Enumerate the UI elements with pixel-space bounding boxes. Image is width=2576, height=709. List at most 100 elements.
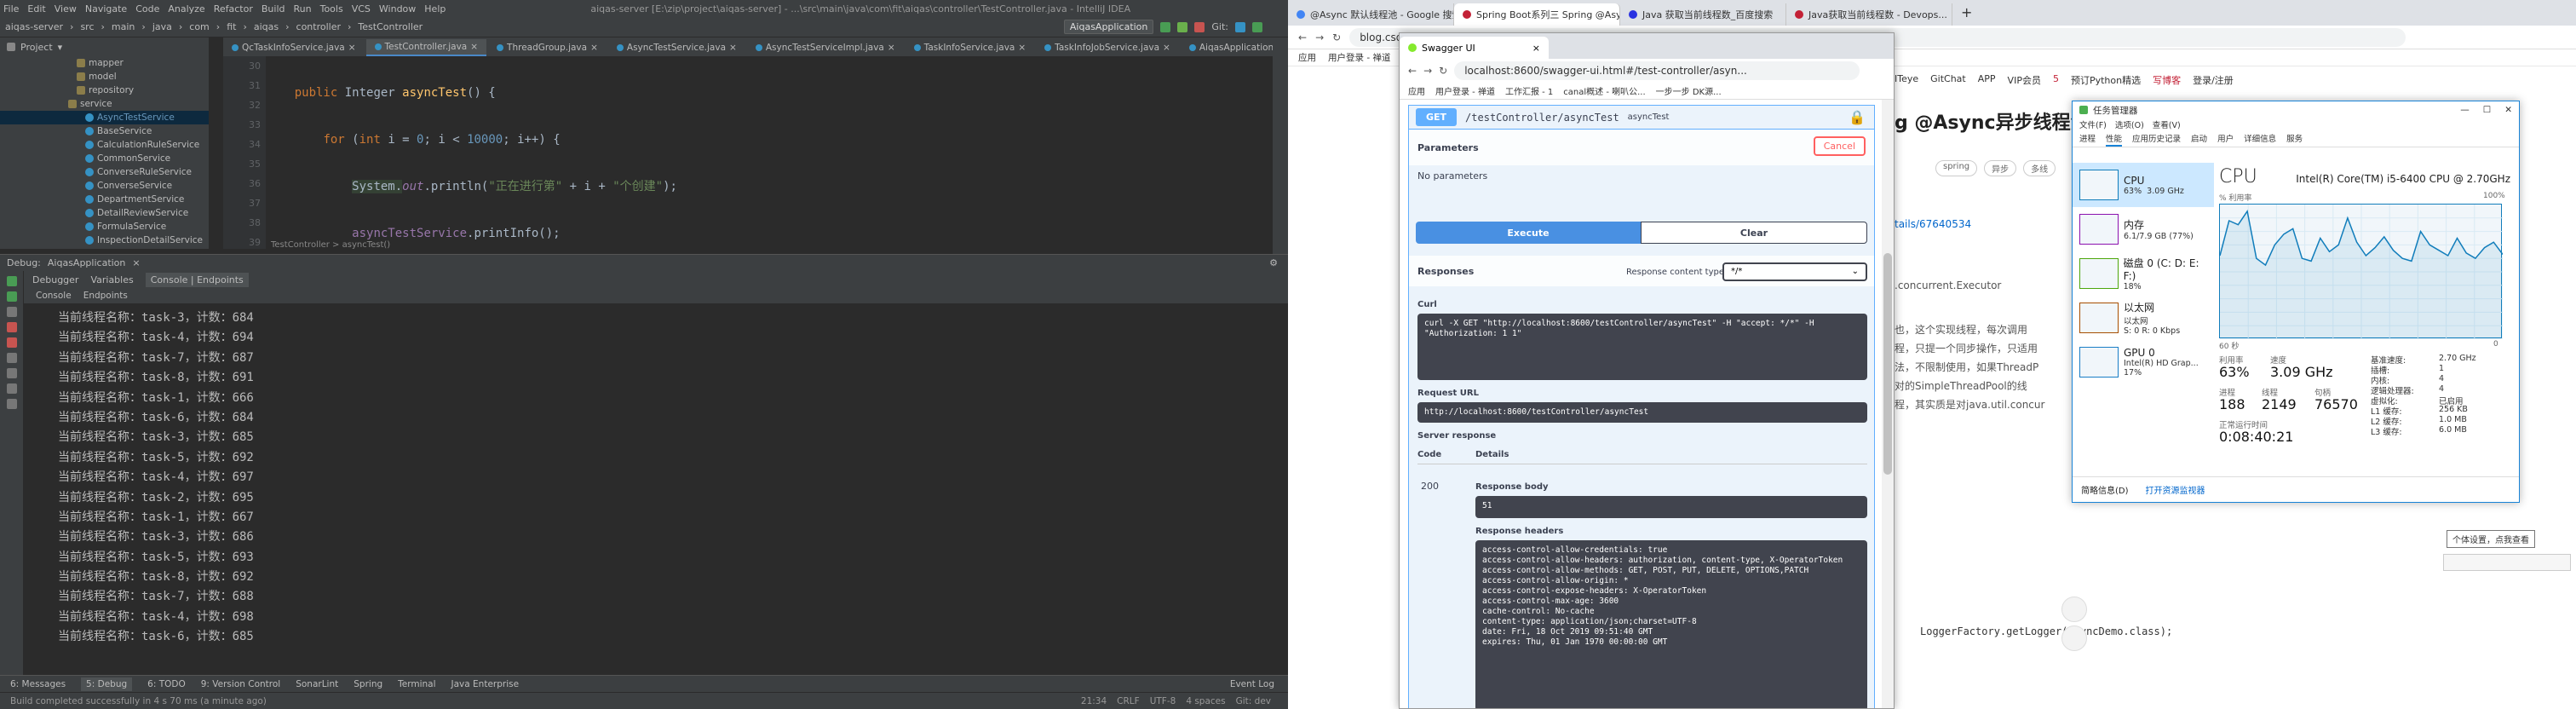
editor-tab[interactable]: TestController.java × (365, 39, 487, 56)
editor-tab[interactable]: AsyncTestService.java × (608, 39, 745, 56)
scrollbar[interactable] (1882, 100, 1894, 708)
resource-item[interactable]: 内存 6.1/7.9 GB (77%) (2073, 207, 2214, 251)
resource-item[interactable]: CPU 63% 3.09 GHz (2073, 163, 2214, 207)
breadcrumb-7[interactable]: controller (296, 21, 341, 32)
tm-tab[interactable]: 服务 (2286, 132, 2303, 147)
debug-icon[interactable] (1177, 21, 1188, 32)
site-nav-item[interactable]: VIP会员 (2008, 73, 2041, 87)
tree-item[interactable]: service (0, 97, 209, 111)
browser-tab[interactable]: Swagger UI × (1400, 37, 1549, 59)
breadcrumb-0[interactable]: aiqas-server (5, 21, 63, 32)
close-icon[interactable]: × (132, 257, 140, 268)
event-log[interactable]: Event Log (1230, 679, 1274, 689)
rerun-icon[interactable] (7, 276, 17, 286)
bookmark-item[interactable]: 一步一步 DK源... (1656, 84, 1722, 97)
tm-menu-item[interactable]: 查看(V) (2153, 118, 2181, 132)
ide-menu-edit[interactable]: Edit (27, 3, 45, 14)
mute-breakpoints-icon[interactable] (7, 353, 17, 363)
resume-icon[interactable] (7, 291, 17, 302)
ide-menu-file[interactable]: File (3, 3, 19, 14)
pin-icon[interactable] (7, 399, 17, 409)
tm-tab[interactable]: 性能 (2106, 132, 2123, 147)
run-icon[interactable] (1160, 21, 1171, 32)
site-nav-item[interactable]: 预订Python精选 (2071, 73, 2141, 87)
editor-tab[interactable]: AsyncTestServiceImpl.java × (747, 39, 904, 56)
resource-item[interactable]: 磁盘 0 (C: D: E: F:) 18% (2073, 251, 2214, 296)
ide-menu-vcs[interactable]: VCS (352, 3, 371, 14)
site-nav-item[interactable]: APP (1978, 73, 1996, 87)
close-icon[interactable]: × (729, 43, 737, 53)
tool-todo[interactable]: 6: TODO (147, 679, 186, 689)
minimize-icon[interactable]: — (2460, 105, 2470, 115)
settings-icon[interactable] (7, 383, 17, 394)
editor-tab[interactable]: TaskInfoService.java × (906, 39, 1035, 56)
editor-tab[interactable]: ThreadGroup.java × (488, 39, 607, 56)
breadcrumb-4[interactable]: com (189, 21, 210, 32)
request-url-box[interactable]: http://localhost:8600/testController/asy… (1417, 402, 1867, 423)
reload-icon[interactable]: ↻ (1332, 32, 1341, 43)
maximize-icon[interactable]: ☐ (2483, 105, 2491, 115)
breadcrumb-2[interactable]: main (112, 21, 135, 32)
breadcrumb-8[interactable]: TestController (358, 21, 423, 32)
tool-spring[interactable]: Spring (354, 679, 382, 689)
browser-tab[interactable]: Java获取当前线程数 - Devops... (1786, 3, 1952, 26)
content-type-select[interactable]: */* ⌄ (1722, 262, 1867, 281)
close-icon[interactable]: × (888, 43, 895, 53)
status-indent[interactable]: 4 spaces (1186, 696, 1225, 706)
tree-item[interactable]: model (0, 70, 209, 84)
new-tab-icon[interactable]: + (1952, 4, 1981, 26)
tree-item[interactable]: AsyncTestService (0, 111, 209, 124)
tab-console[interactable]: Console (36, 291, 72, 301)
ide-menu-run[interactable]: Run (294, 3, 312, 14)
ide-menu-build[interactable]: Build (262, 3, 285, 14)
ide-menu-window[interactable]: Window (379, 3, 416, 14)
curl-box[interactable]: curl -X GET "http://localhost:8600/testC… (1417, 314, 1867, 380)
lock-icon[interactable]: 🔒 (1849, 109, 1866, 125)
tree-item[interactable]: DepartmentService (0, 193, 209, 206)
site-nav-item[interactable]: GitChat (1930, 73, 1966, 87)
close-icon[interactable]: × (348, 43, 356, 53)
editor-tab[interactable]: TaskInfoJobService.java × (1036, 39, 1179, 56)
tree-item[interactable]: FormulaService (0, 220, 209, 233)
resource-item[interactable]: 以太网 以太网 S: 0 R: 0 Kbps (2073, 296, 2214, 340)
blog-tag[interactable]: 多线 (2023, 160, 2056, 176)
status-encoding[interactable]: UTF-8 (1150, 696, 1176, 706)
refresh-float-icon[interactable] (2061, 597, 2087, 622)
back-icon[interactable]: ← (1298, 32, 1307, 43)
clear-button[interactable]: Clear (1641, 222, 1867, 244)
ide-menu-tools[interactable]: Tools (320, 3, 343, 14)
bookmark-item[interactable]: 工作汇报 - 1 (1505, 84, 1553, 97)
ide-menu-navigate[interactable]: Navigate (85, 3, 127, 14)
tree-item[interactable]: InspectionDetailService (0, 233, 209, 247)
status-line-sep[interactable]: CRLF (1117, 696, 1140, 706)
resource-item[interactable]: GPU 0 Intel(R) HD Grap... 17% (2073, 340, 2214, 384)
breakpoints-icon[interactable] (7, 337, 17, 348)
ide-menu-help[interactable]: Help (424, 3, 446, 14)
run-config-select[interactable]: AiqasApplication (1063, 20, 1154, 34)
editor-tab[interactable]: QcTaskInfoService.java × (223, 39, 365, 56)
gear-icon[interactable]: ⚙ (1269, 257, 1278, 268)
tm-tab[interactable]: 进程 (2079, 132, 2096, 147)
tab-console-endpoints[interactable]: Console | Endpoints (145, 272, 249, 287)
reload-icon[interactable]: ↻ (1439, 65, 1447, 77)
browser-tab[interactable]: @Async 默认线程池 - Google 搜索 (1288, 3, 1454, 26)
tree-item[interactable]: ConverseService (0, 179, 209, 193)
tree-item[interactable]: repository (0, 84, 209, 97)
tool-terminal[interactable]: Terminal (398, 679, 435, 689)
git-update-icon[interactable] (1235, 21, 1245, 32)
code-breadcrumb[interactable]: TestController > asyncTest() (266, 240, 1288, 252)
blog-tag[interactable]: spring (1935, 160, 1978, 176)
status-position[interactable]: 21:34 (1081, 696, 1107, 706)
forward-icon[interactable]: → (1315, 32, 1324, 43)
breadcrumb-5[interactable]: fit (227, 21, 236, 32)
tab-variables[interactable]: Variables (90, 274, 133, 285)
tm-menu-item[interactable]: 选项(O) (2115, 118, 2144, 132)
console-output[interactable]: 当前线程名称：task-3，计数：684 当前线程名称：task-4，计数：694… (24, 303, 1288, 675)
back-icon[interactable]: ← (1408, 65, 1417, 77)
chevron-down-icon[interactable]: ▾ (58, 42, 63, 53)
breadcrumb-6[interactable]: aiqas (254, 21, 279, 32)
forward-icon[interactable]: → (1423, 65, 1432, 77)
tm-tab[interactable]: 详细信息 (2244, 132, 2276, 147)
execute-button[interactable]: Execute (1416, 222, 1641, 244)
site-nav-item[interactable]: 登录/注册 (2193, 73, 2234, 87)
